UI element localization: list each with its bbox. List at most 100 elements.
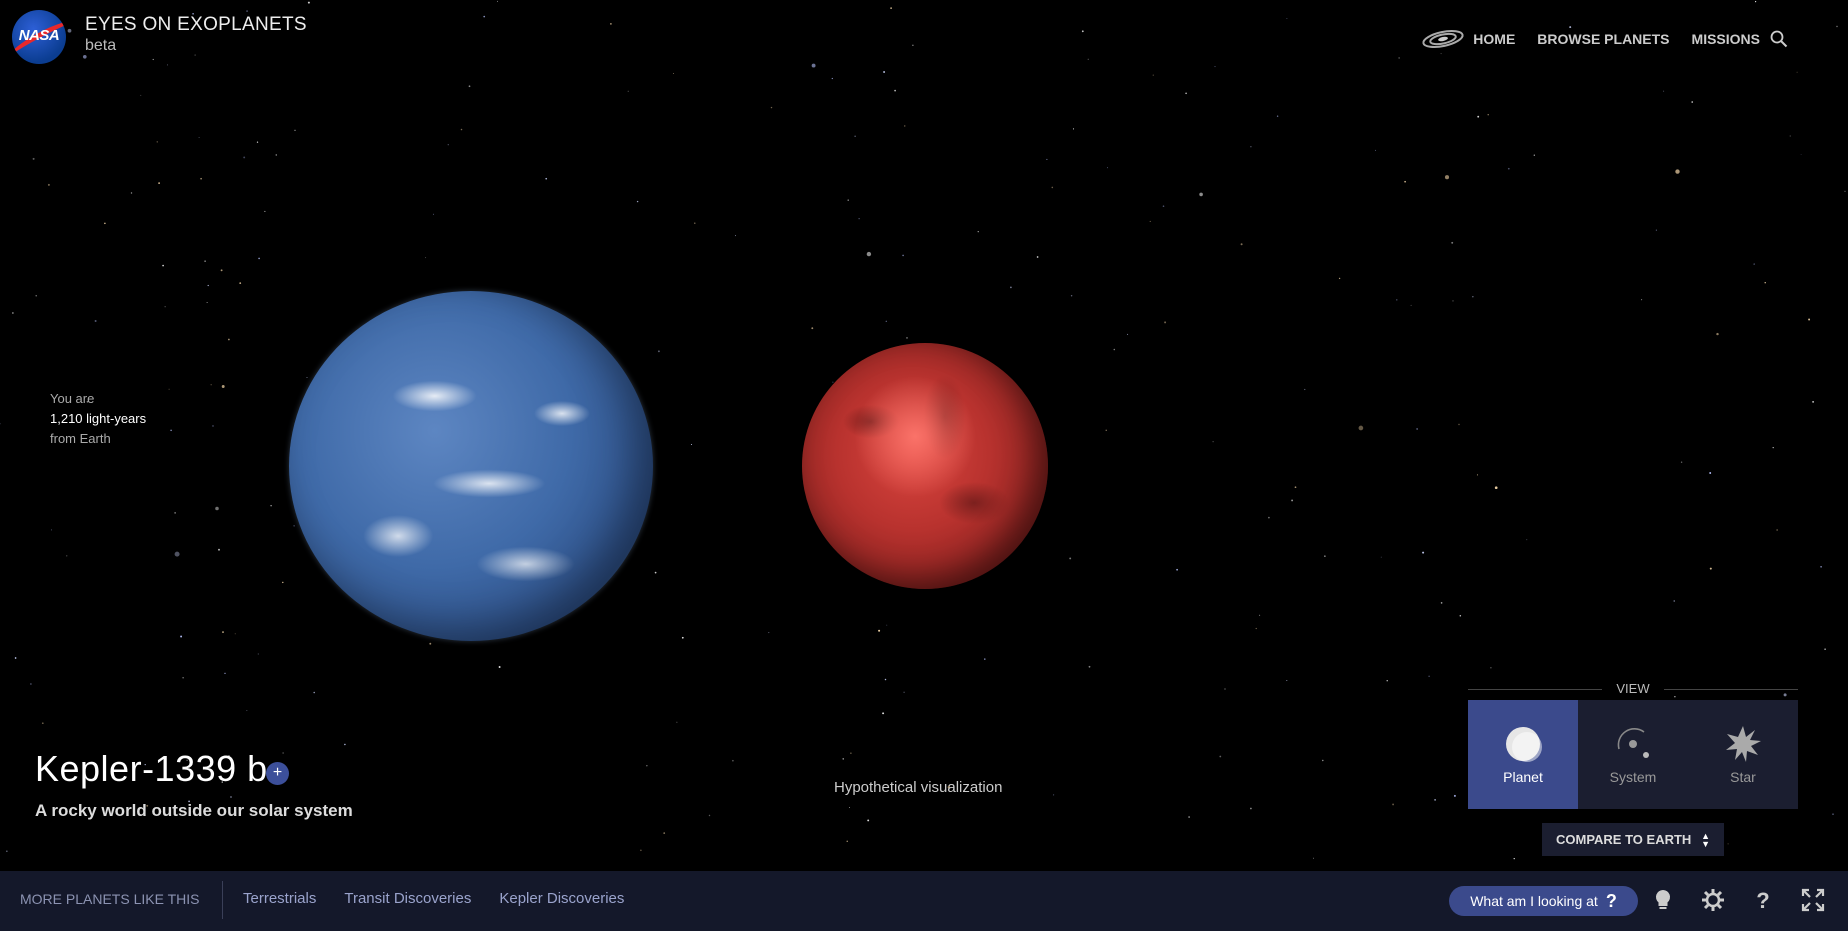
- star-dot: [1453, 794, 1456, 797]
- star-dot: [850, 752, 852, 754]
- view-option-star[interactable]: Star: [1688, 700, 1798, 809]
- star-dot: [1836, 25, 1838, 28]
- search-icon[interactable]: [1770, 30, 1788, 48]
- star-dot: [1452, 300, 1454, 302]
- star-dot: [846, 840, 848, 842]
- help-icon[interactable]: ?: [1750, 887, 1776, 913]
- star-dot: [694, 222, 696, 224]
- nav-missions[interactable]: MISSIONS: [1692, 31, 1760, 47]
- star-dot: [1380, 556, 1382, 558]
- view-option-planet[interactable]: Planet: [1468, 700, 1578, 809]
- lightbulb-icon[interactable]: [1650, 887, 1676, 913]
- nasa-logo[interactable]: NASA: [12, 10, 66, 64]
- star-dot: [886, 624, 888, 626]
- star-dot: [82, 54, 87, 59]
- star-dot: [1070, 295, 1073, 297]
- compare-to-earth-select[interactable]: COMPARE TO EARTH ▲ ▼: [1542, 823, 1724, 856]
- star-dot: [0, 423, 1, 425]
- star-dot: [206, 301, 208, 303]
- star-dot: [239, 282, 242, 284]
- star-dot: [1053, 794, 1055, 796]
- star-dot: [1772, 446, 1774, 449]
- star-dot: [1494, 486, 1498, 490]
- star-dot: [1440, 602, 1443, 604]
- star-dot: [1188, 816, 1190, 818]
- star-dot: [432, 213, 435, 215]
- star-dot: [1255, 627, 1257, 630]
- nav-missions-label: MISSIONS: [1691, 31, 1760, 47]
- question-mark-icon: ?: [1605, 890, 1617, 911]
- star-dot: [1286, 18, 1288, 20]
- star-dot: [220, 269, 223, 272]
- star-dot: [1375, 149, 1376, 151]
- star-dot: [1250, 145, 1252, 148]
- star-dot: [32, 157, 35, 160]
- star-dot: [1451, 241, 1454, 244]
- star-dot: [1477, 115, 1480, 118]
- planet-name: Kepler-1339 b: [35, 748, 268, 789]
- star-dot: [1789, 135, 1791, 137]
- settings-gear-icon[interactable]: [1700, 887, 1726, 913]
- star-dot: [496, 0, 499, 2]
- star-dot: [1674, 696, 1676, 698]
- star-dot: [1162, 205, 1165, 207]
- star-dot: [867, 819, 870, 822]
- exoplanet-render[interactable]: [802, 343, 1048, 589]
- star-dot: [1291, 499, 1294, 502]
- star-dot: [180, 635, 183, 638]
- filter-transit-discoveries[interactable]: Transit Discoveries: [344, 890, 471, 907]
- star-dot: [1313, 857, 1314, 859]
- star-dot: [681, 636, 684, 639]
- star-dot: [1641, 299, 1643, 301]
- filter-kepler-discoveries[interactable]: Kepler Discoveries: [499, 890, 624, 907]
- star-dot: [104, 222, 106, 225]
- star-dot: [657, 350, 660, 353]
- star-dot: [1764, 282, 1766, 284]
- star-dot: [35, 295, 37, 297]
- star-dot: [1149, 220, 1151, 222]
- star-dot: [1224, 688, 1226, 690]
- more-planets-label: MORE PLANETS LIKE THIS: [20, 891, 200, 907]
- star-dot: [1800, 154, 1802, 156]
- star-dot: [1832, 813, 1834, 815]
- star-dot: [904, 125, 906, 127]
- star-dot: [168, 388, 170, 390]
- app-subtitle: beta: [85, 37, 117, 54]
- star-dot: [708, 814, 711, 817]
- star-dot: [234, 633, 236, 635]
- star-dot: [1428, 675, 1430, 677]
- star-dot: [1268, 516, 1270, 519]
- star-dot: [182, 677, 184, 679]
- star-dot: [890, 7, 892, 9]
- star-dot: [215, 506, 219, 511]
- star-dot: [1753, 263, 1755, 265]
- star-dot: [170, 429, 172, 432]
- star-dot: [1673, 600, 1675, 602]
- star-dot: [1812, 400, 1815, 403]
- star-dot: [1459, 615, 1462, 617]
- star-dot: [768, 632, 770, 634]
- filter-terrestrials[interactable]: Terrestrials: [243, 890, 316, 907]
- star-dot: [158, 182, 160, 184]
- nav-browse-planets[interactable]: BROWSE PLANETS: [1537, 31, 1669, 47]
- star-dot: [6, 850, 8, 852]
- star-dot: [1444, 175, 1450, 180]
- view-option-system[interactable]: System: [1578, 700, 1688, 809]
- planet-filters: Terrestrials Transit Discoveries Kepler …: [243, 890, 624, 907]
- what-am-i-looking-at-button[interactable]: What am I looking at ?: [1449, 886, 1638, 916]
- star-dot: [1176, 568, 1178, 571]
- star-dot: [1680, 461, 1683, 463]
- star-dot: [1286, 679, 1288, 682]
- star-dot: [282, 581, 284, 584]
- star-dot: [1113, 348, 1116, 351]
- star-dot: [50, 529, 53, 531]
- star-dot: [1105, 429, 1107, 431]
- nav-home[interactable]: HOME: [1421, 28, 1515, 50]
- star-dot: [162, 264, 164, 267]
- star-dot: [1036, 256, 1039, 258]
- fullscreen-icon[interactable]: [1800, 887, 1826, 913]
- earth-planet[interactable]: [289, 291, 653, 641]
- star-dot: [1276, 115, 1279, 117]
- add-planet-button[interactable]: +: [266, 762, 289, 785]
- star-dot: [1824, 648, 1826, 651]
